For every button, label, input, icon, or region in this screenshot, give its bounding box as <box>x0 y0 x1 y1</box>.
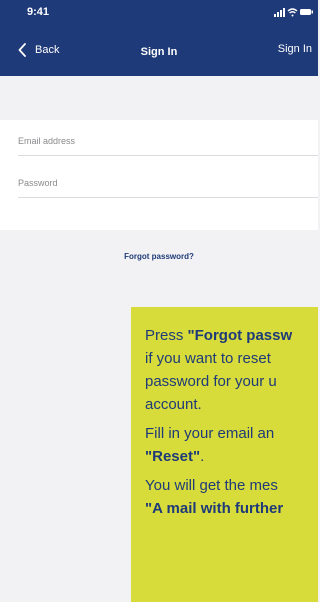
sign-in-form: Email address Password <box>0 120 318 230</box>
tooltip-paragraph-3: You will get the mes "A mail with furthe… <box>145 477 284 517</box>
forgot-password-link[interactable]: Forgot password? <box>0 252 318 261</box>
battery-icon <box>300 9 313 15</box>
status-time: 9:41 <box>27 6 50 18</box>
instruction-tooltip: Press "Forgot passw if you want to reset… <box>131 307 318 602</box>
email-field[interactable]: Email address <box>18 136 318 146</box>
tooltip-paragraph-1: Press "Forgot passw if you want to reset… <box>145 327 293 413</box>
signal-icon <box>274 8 285 17</box>
password-field[interactable]: Password <box>18 178 318 188</box>
tooltip-paragraph-2: Fill in your email an "Reset". <box>145 425 275 465</box>
page-title: Sign In <box>140 46 178 58</box>
status-icons <box>274 8 313 17</box>
password-divider <box>18 197 318 198</box>
status-bar: 9:41 <box>0 0 318 24</box>
tooltip-text: Press "Forgot passw if you want to reset… <box>145 324 318 526</box>
sign-in-button[interactable]: Sign In <box>278 43 312 55</box>
wifi-icon <box>287 8 298 17</box>
navigation-bar: Back Sign In Sign In <box>0 24 318 76</box>
email-divider <box>18 155 318 156</box>
